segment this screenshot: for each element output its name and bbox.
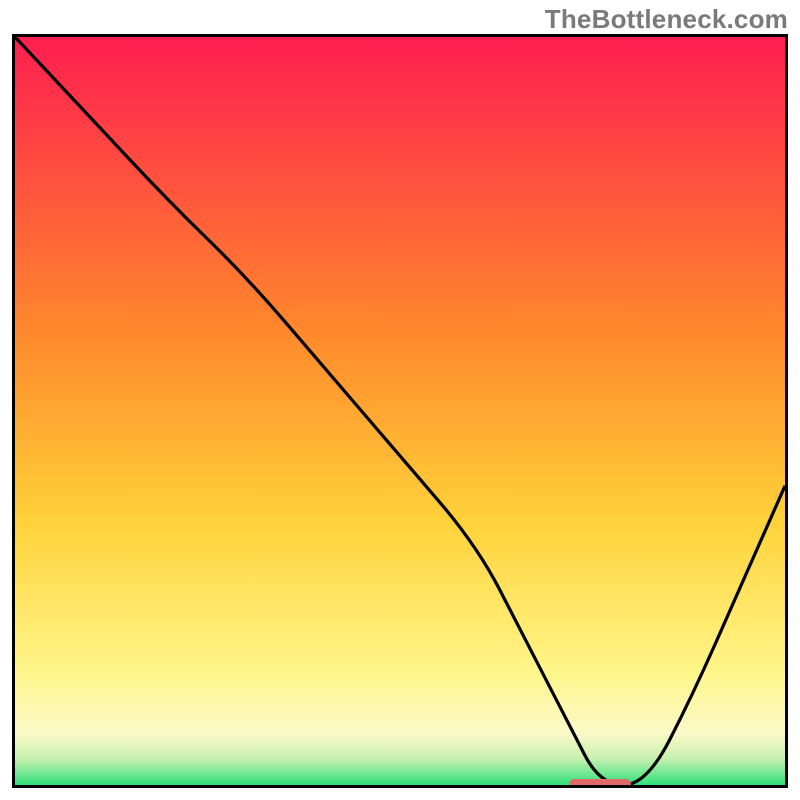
chart-plot-area [12,34,788,788]
bottleneck-curve [15,37,785,785]
watermark-text: TheBottleneck.com [545,4,788,35]
optimal-range-marker [569,779,631,788]
